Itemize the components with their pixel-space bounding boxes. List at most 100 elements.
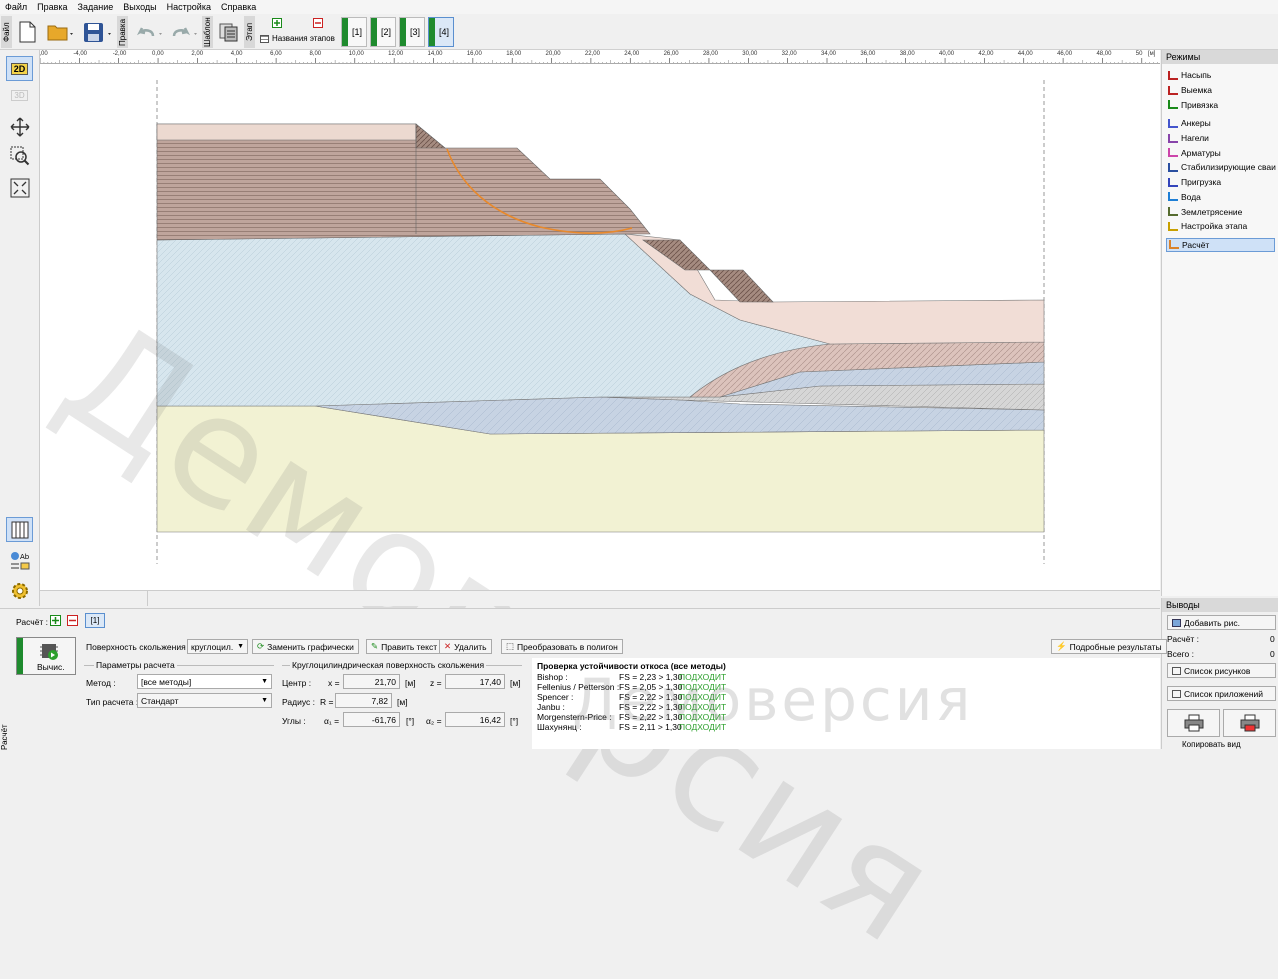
mode-item-3[interactable]: Анкеры	[1162, 116, 1278, 131]
remove-stage-button[interactable]	[313, 18, 323, 30]
chevron-down-icon: ▼	[261, 697, 268, 704]
ruler-label: 36,00	[860, 51, 876, 57]
angle-a1-input[interactable]: -61,76	[343, 712, 400, 727]
list-pictures-label: Список рисунков	[1184, 665, 1251, 676]
svg-text:Ab: Ab	[20, 553, 30, 561]
mode-item-0[interactable]: Насыпь	[1162, 68, 1278, 83]
method-select[interactable]: [все методы] ▼	[137, 674, 272, 689]
ruler-label: 12,00	[388, 51, 404, 57]
convert-polygon-label: Преобразовать в полигон	[517, 641, 618, 652]
outputs-title: Выводы	[1162, 598, 1278, 612]
result-row: Шахунянц : FS = 2,11 > 1,30 ПОДХОДИТ	[537, 723, 757, 732]
toolbar: Файл Правка Шаблон Этап Названия этапов …	[0, 14, 1278, 50]
mode-item-9[interactable]: Землетрясение	[1162, 204, 1278, 219]
gear-icon	[11, 582, 28, 599]
modes-title: Режимы	[1162, 50, 1278, 64]
result-fs: FS = 2,23 > 1,30	[619, 672, 683, 682]
menu-task[interactable]: Задание	[73, 2, 119, 12]
add-stage-button[interactable]	[272, 18, 282, 30]
stage-tab-2[interactable]: [2]	[370, 17, 396, 47]
mode-item-8[interactable]: Вода	[1162, 190, 1278, 205]
list-icon	[1172, 666, 1181, 675]
drawing-canvas[interactable]: Демоверсия	[33, 64, 1160, 979]
grid-table-button[interactable]	[6, 517, 33, 542]
mode-item-2[interactable]: Привязка	[1162, 97, 1278, 112]
menu-edit[interactable]: Правка	[32, 2, 72, 12]
ruler-label: 50	[1135, 51, 1143, 57]
new-file-icon	[19, 21, 36, 43]
new-file-button[interactable]	[15, 17, 39, 47]
move-view-button[interactable]	[6, 114, 33, 139]
edit-text-label: Править текст	[381, 641, 438, 652]
detailed-results-button[interactable]: ⚡ Подробные результаты	[1051, 639, 1167, 654]
stage-tab-3[interactable]: [3]	[399, 17, 425, 47]
redo-button[interactable]	[168, 17, 204, 47]
fit-view-button[interactable]	[6, 175, 33, 200]
center-z-input[interactable]: 17,40	[445, 674, 505, 689]
settings-button[interactable]	[6, 578, 33, 603]
horizontal-scrollbar[interactable]	[40, 590, 1160, 606]
outputs-total-label: Всего :	[1167, 649, 1195, 659]
replace-graphic-button[interactable]: ⟳ Заменить графически	[252, 639, 359, 654]
save-file-button[interactable]	[80, 17, 116, 47]
edit-text-button[interactable]: ✎ Править текст	[366, 639, 443, 654]
print-export-button[interactable]	[1223, 709, 1276, 737]
slip-surface-label: Поверхность скольжения :	[86, 642, 191, 652]
stage-tab-label: [3]	[410, 27, 421, 37]
result-status: ПОДХОДИТ	[679, 712, 727, 722]
menu-settings[interactable]: Настройка	[162, 2, 216, 12]
undo-button[interactable]	[131, 17, 167, 47]
mode-item-4[interactable]: Нагели	[1162, 131, 1278, 146]
mode-item-1[interactable]: Выемка	[1162, 83, 1278, 98]
params-title: Параметры расчета	[94, 660, 177, 670]
menu-file[interactable]: Файл	[0, 2, 32, 12]
stage-tab-4[interactable]: [4]	[428, 17, 454, 47]
pencil-icon: ✎	[371, 641, 379, 651]
mode-item-5[interactable]: Арматуры	[1162, 145, 1278, 160]
mode-icon	[1168, 118, 1178, 128]
mode-item-6[interactable]: Стабилизирующие сваи	[1162, 160, 1278, 175]
zoom-button[interactable]	[6, 143, 33, 168]
mode-item-10[interactable]: Настройка этапа	[1162, 219, 1278, 234]
mode-label: Настройка этапа	[1181, 221, 1248, 232]
open-file-button[interactable]	[44, 17, 78, 47]
outputs-calc-label: Расчёт :	[1167, 634, 1200, 644]
mode-item-7[interactable]: Пригрузка	[1162, 175, 1278, 190]
list-pictures-button[interactable]: Список рисунков	[1167, 663, 1276, 678]
copy-view-button[interactable]: Копировать вид	[1182, 740, 1241, 749]
layer-fill	[156, 123, 651, 241]
stage-tab-1[interactable]: [1]	[341, 17, 367, 47]
calc-type-select[interactable]: Стандарт ▼	[137, 693, 272, 708]
center-label: Центр :	[282, 678, 312, 688]
calc-tab-1[interactable]: [1]	[85, 613, 105, 628]
angle-a2-input[interactable]: 16,42	[445, 712, 505, 727]
undo-icon	[136, 27, 162, 37]
add-picture-button[interactable]: Добавить рис.	[1167, 615, 1276, 630]
ruler-label: 46,00	[1057, 51, 1073, 57]
menu-outputs[interactable]: Выходы	[118, 2, 161, 12]
replace-icon: ⟳	[257, 641, 265, 651]
a2-unit: [°]	[510, 716, 519, 726]
mode-item-11[interactable]: Расчёт	[1166, 237, 1275, 253]
view-2d-button[interactable]: 2D	[6, 56, 33, 81]
remove-calc-button[interactable]	[67, 615, 78, 628]
stage-names-button[interactable]: Названия этапов	[260, 34, 335, 43]
result-row: Fellenius / Petterson : FS = 2,05 > 1,30 П…	[537, 683, 757, 692]
slip-surface-select[interactable]: круглоцил. ▼	[187, 639, 248, 654]
mode-label: Землетрясение	[1181, 206, 1243, 217]
center-x-input[interactable]: 21,70	[343, 674, 400, 689]
labels-icon: Ab	[10, 551, 30, 569]
result-fs: FS = 2,22 > 1,30	[619, 692, 683, 702]
template-button[interactable]	[216, 17, 242, 47]
menu-help[interactable]: Справка	[216, 2, 261, 12]
results-panel: Проверка устойчивости откоса (все методы…	[532, 658, 1160, 749]
add-calc-button[interactable]	[50, 615, 61, 628]
compute-button[interactable]: Вычис.	[16, 637, 76, 675]
labels-button[interactable]: Ab	[6, 548, 33, 573]
convert-polygon-button[interactable]: ⬚ Преобразовать в полигон	[501, 639, 623, 654]
print-button[interactable]	[1167, 709, 1220, 737]
view-3d-button[interactable]: 3D	[6, 83, 33, 108]
radius-input[interactable]: 7,82	[335, 693, 392, 708]
delete-button[interactable]: ✕ Удалить	[439, 639, 492, 654]
list-appendix-button[interactable]: Список приложений	[1167, 686, 1276, 701]
